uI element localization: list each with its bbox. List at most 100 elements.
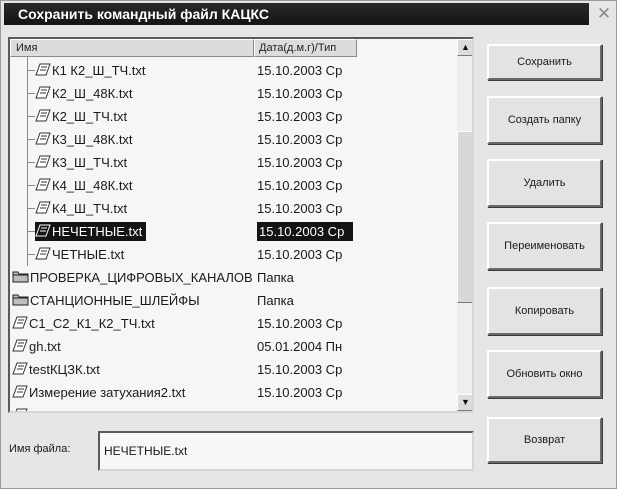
script-file-icon [35,154,51,173]
list-item[interactable]: К4_Ш_ТЧ.txt 15.10.2003 Ср [10,195,457,220]
tree-connector-branch [27,116,35,117]
window-title: Сохранить командный файл КАЦКС [4,3,589,25]
list-item[interactable]: Измерение затухания2.txt 15.10.2003 Ср [10,381,457,404]
list-item[interactable]: К3_Ш_ТЧ.txt 15.10.2003 Ср [10,149,457,174]
list-item-date: Папка [257,270,294,285]
list-item-name: К2_Ш_ТЧ.txt [35,107,131,126]
script-file-icon [35,131,51,150]
list-item[interactable]: К2_Ш_48К.txt 15.10.2003 Ср [10,80,457,105]
filename-input[interactable] [98,431,474,471]
create-folder-button[interactable]: Создать папку [487,96,602,144]
list-item-label: Измерение затухания2.txt [29,385,186,400]
list-item-name: К3_Ш_48К.txt [35,130,137,149]
tree-connector-branch [27,254,35,255]
tree-connector-branch [27,231,35,232]
list-item-date: Папка [257,293,294,308]
delete-button[interactable]: Удалить [487,159,602,207]
list-item-name: С1_С2_К1_К2_ТЧ.txt [12,314,159,333]
vertical-scrollbar[interactable]: ▲ ▼ [457,39,472,411]
list-item-date: 15.10.2003 Ср [257,86,343,101]
filename-label: Имя файла: [9,443,71,455]
list-item-date: 15.10.2003 Ср [257,222,353,241]
scroll-down-button[interactable]: ▼ [457,394,472,411]
list-item-date: 05.01.2004 Пн [257,339,343,354]
script-file-icon [35,200,51,219]
list-item-name: Измерение затухания2.txt [12,383,189,402]
list-item-selected[interactable]: НЕЧЕТНЫЕ.txt 15.10.2003 Ср [10,218,457,243]
folder-icon [12,269,29,288]
list-item-label: Измерение затухания3.txt [29,408,185,411]
list-item-label: К3_Ш_ТЧ.txt [52,155,128,170]
list-item-name: ПРОВЕРКА_ЦИФРОВЫХ_КАНАЛОВ [12,268,257,287]
refresh-window-button[interactable]: Обновить окно [487,350,602,398]
script-file-icon [12,315,28,334]
folder-icon [12,292,29,311]
file-list[interactable]: Имя Дата(д.м.г)/Тип К1 К2_Ш_ТЧ.txt 15.10.… [8,37,474,413]
list-item-label: К2_Ш_48К.txt [52,86,133,101]
list-item[interactable]: К4_Ш_48К.txt 15.10.2003 Ср [10,172,457,197]
list-item-date: 15.10.2003 Ср [257,155,343,170]
list-item-name: gh.txt [12,337,65,356]
tree-connector-branch [27,139,35,140]
list-item-label: СТАНЦИОННЫЕ_ШЛЕЙФЫ [30,293,200,308]
close-icon[interactable]: ✕ [594,4,614,24]
tree-connector-branch [27,70,35,71]
list-item[interactable]: С1_С2_К1_К2_ТЧ.txt 15.10.2003 Ср [10,312,457,335]
list-item-date: 15.10.2003 Ср [257,63,343,78]
list-item-date: 15.10.2003 Ср [257,178,343,193]
script-file-icon [35,62,51,81]
list-item[interactable]: ПРОВЕРКА_ЦИФРОВЫХ_КАНАЛОВ Папка [10,266,457,289]
copy-button[interactable]: Копировать [487,287,602,335]
list-item-name: НЕЧЕТНЫЕ.txt [35,222,147,241]
list-item[interactable]: К2_Ш_ТЧ.txt 15.10.2003 Ср [10,103,457,128]
tree-connector-branch [27,208,35,209]
scroll-up-button[interactable]: ▲ [457,39,472,56]
script-file-icon [12,407,28,411]
scroll-thumb[interactable] [457,131,472,303]
list-item[interactable]: К1 К2_Ш_ТЧ.txt 15.10.2003 Ср [10,57,457,82]
list-item-name: К3_Ш_ТЧ.txt [35,153,131,172]
script-file-icon [12,338,28,357]
list-item-label: testКЦЗК.txt [29,362,100,377]
list-item[interactable]: К3_Ш_48К.txt 15.10.2003 Ср [10,126,457,151]
rename-button[interactable]: Переименовать [487,222,602,270]
script-file-icon [35,108,51,127]
list-item-date: 15.10.2003 Ср [257,316,343,331]
list-item-name: ЧЕТНЫЕ.txt [35,245,128,264]
file-list-header: Имя Дата(д.м.г)/Тип [10,39,457,57]
column-header-date[interactable]: Дата(д.м.г)/Тип [254,39,357,57]
list-item[interactable]: ЧЕТНЫЕ.txt 15.10.2003 Ср [10,241,457,266]
list-item[interactable]: Измерение затухания3.txt 15.10.2003 Ср [10,404,457,411]
list-item-label: К4_Ш_48К.txt [52,178,133,193]
list-item[interactable]: gh.txt 05.01.2004 Пн [10,335,457,358]
list-item-label: К1 К2_Ш_ТЧ.txt [52,63,146,78]
back-button[interactable]: Возврат [487,417,602,463]
tree-connector-branch [27,93,35,94]
list-item-name: Измерение затухания3.txt [12,406,189,411]
list-item-name: К1 К2_Ш_ТЧ.txt [35,61,150,80]
list-item[interactable]: testКЦЗК.txt 15.10.2003 Ср [10,358,457,381]
script-file-icon [35,85,51,104]
list-item-name: СТАНЦИОННЫЕ_ШЛЕЙФЫ [12,291,204,310]
file-list-rows: К1 К2_Ш_ТЧ.txt 15.10.2003 Ср К2_Ш_48К.txt 1… [10,57,457,411]
list-item-name: К4_Ш_ТЧ.txt [35,199,131,218]
list-item-label: С1_С2_К1_К2_ТЧ.txt [29,316,155,331]
save-command-file-dialog: Сохранить командный файл КАЦКС ✕ Имя Дат… [0,0,617,489]
script-file-icon [12,361,28,380]
list-item-label: ЧЕТНЫЕ.txt [52,247,125,262]
list-item[interactable]: СТАНЦИОННЫЕ_ШЛЕЙФЫ Папка [10,289,457,312]
list-item-date: 15.10.2003 Ср [257,109,343,124]
tree-connector-branch [27,162,35,163]
script-file-icon [12,384,28,403]
list-item-label: НЕЧЕТНЫЕ.txt [52,224,143,239]
column-header-name[interactable]: Имя [10,39,254,57]
list-item-date: 15.10.2003 Ср [257,201,343,216]
list-item-name: К2_Ш_48К.txt [35,84,137,103]
list-item-name: testКЦЗК.txt [12,360,104,379]
list-item-name: К4_Ш_48К.txt [35,176,137,195]
save-button[interactable]: Сохранить [487,44,602,80]
list-item-label: К2_Ш_ТЧ.txt [52,109,128,124]
list-item-date: 15.10.2003 Ср [257,406,342,411]
list-item-date: 15.10.2003 Ср [257,362,343,377]
script-file-icon [35,246,51,265]
